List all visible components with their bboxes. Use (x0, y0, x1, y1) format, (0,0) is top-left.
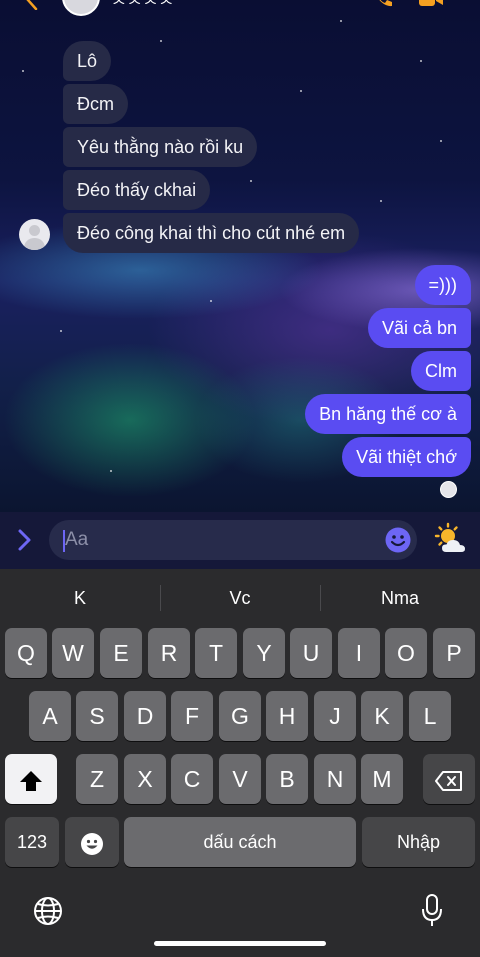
incoming-message[interactable]: Đéo công khai thì cho cút nhé em (63, 213, 360, 253)
outgoing-message[interactable]: =))) (414, 265, 471, 305)
emoji-key[interactable] (65, 817, 119, 867)
star-decoration (250, 180, 252, 182)
key-j[interactable]: J (314, 691, 356, 741)
conversation-header: ᄉᄉᄉᄉ (0, 0, 480, 16)
star-decoration (300, 90, 302, 92)
contact-avatar[interactable] (62, 0, 100, 16)
outgoing-message[interactable]: Bn hăng thế cơ à (305, 394, 471, 434)
video-icon[interactable] (418, 0, 444, 10)
chat-thread[interactable]: ᄉᄉᄉᄉ Lô Đcm Yêu thằng nào rồi ku Đéo thấ… (0, 0, 480, 512)
incoming-message[interactable]: Đcm (63, 84, 128, 124)
home-indicator[interactable] (154, 941, 326, 946)
key-k[interactable]: K (361, 691, 403, 741)
shift-key[interactable] (5, 754, 57, 804)
microphone-icon[interactable] (420, 893, 444, 929)
sender-avatar[interactable] (19, 219, 50, 250)
key-x[interactable]: X (124, 754, 166, 804)
key-t[interactable]: T (195, 628, 237, 678)
smiley-icon[interactable] (384, 526, 412, 554)
text-caret (63, 530, 65, 552)
key-f[interactable]: F (171, 691, 213, 741)
star-decoration (60, 330, 62, 332)
key-v[interactable]: V (219, 754, 261, 804)
key-s[interactable]: S (76, 691, 118, 741)
star-decoration (340, 20, 342, 22)
key-q[interactable]: Q (5, 628, 47, 678)
space-key[interactable]: dấu cách (124, 817, 356, 867)
message-composer (0, 512, 480, 569)
key-d[interactable]: D (124, 691, 166, 741)
key-i[interactable]: I (338, 628, 380, 678)
key-u[interactable]: U (290, 628, 332, 678)
key-p[interactable]: P (433, 628, 475, 678)
star-decoration (440, 140, 442, 142)
key-c[interactable]: C (171, 754, 213, 804)
incoming-message[interactable]: Lô (63, 41, 112, 81)
numbers-key[interactable]: 123 (5, 817, 59, 867)
key-o[interactable]: O (385, 628, 427, 678)
key-b[interactable]: B (266, 754, 308, 804)
suggestion-item[interactable]: Nma (320, 569, 480, 627)
seen-receipt-avatar (440, 481, 457, 498)
star-decoration (420, 60, 422, 62)
back-chevron-icon[interactable] (26, 0, 38, 16)
key-m[interactable]: M (361, 754, 403, 804)
shift-icon (20, 770, 42, 791)
key-g[interactable]: G (219, 691, 261, 741)
star-decoration (210, 300, 212, 302)
message-input[interactable] (49, 520, 417, 560)
star-decoration (160, 40, 162, 42)
outgoing-message[interactable]: Vãi thiệt chớ (342, 437, 471, 477)
predictive-bar: K Vc Nma (0, 569, 480, 627)
key-z[interactable]: Z (76, 754, 118, 804)
star-decoration (22, 70, 24, 72)
key-h[interactable]: H (266, 691, 308, 741)
delete-key[interactable] (423, 754, 475, 804)
outgoing-message[interactable]: Clm (411, 351, 471, 391)
key-y[interactable]: Y (243, 628, 285, 678)
suggestion-item[interactable]: K (0, 569, 160, 627)
star-decoration (110, 470, 112, 472)
key-w[interactable]: W (52, 628, 94, 678)
key-l[interactable]: L (409, 691, 451, 741)
star-decoration (380, 200, 382, 202)
phone-icon[interactable] (372, 0, 394, 10)
on-screen-keyboard: K Vc Nma Q W E R T Y U I O P A S D F G H… (0, 569, 480, 957)
incoming-message[interactable]: Yêu thằng nào rồi ku (63, 127, 258, 167)
return-key[interactable]: Nhập (362, 817, 475, 867)
globe-icon[interactable] (32, 895, 64, 927)
backspace-icon (435, 770, 462, 791)
incoming-message[interactable]: Đéo thấy ckhai (63, 170, 211, 210)
contact-name[interactable]: ᄉᄉᄉᄉ (112, 0, 175, 15)
person-silhouette-icon (29, 225, 40, 236)
chevron-right-icon[interactable] (14, 526, 36, 554)
emoji-icon (81, 832, 103, 855)
key-r[interactable]: R (148, 628, 190, 678)
key-n[interactable]: N (314, 754, 356, 804)
key-a[interactable]: A (29, 691, 71, 741)
key-e[interactable]: E (100, 628, 142, 678)
outgoing-message[interactable]: Vãi cả bn (367, 308, 471, 348)
sun-behind-cloud-icon[interactable] (433, 522, 469, 558)
suggestion-item[interactable]: Vc (160, 569, 320, 627)
